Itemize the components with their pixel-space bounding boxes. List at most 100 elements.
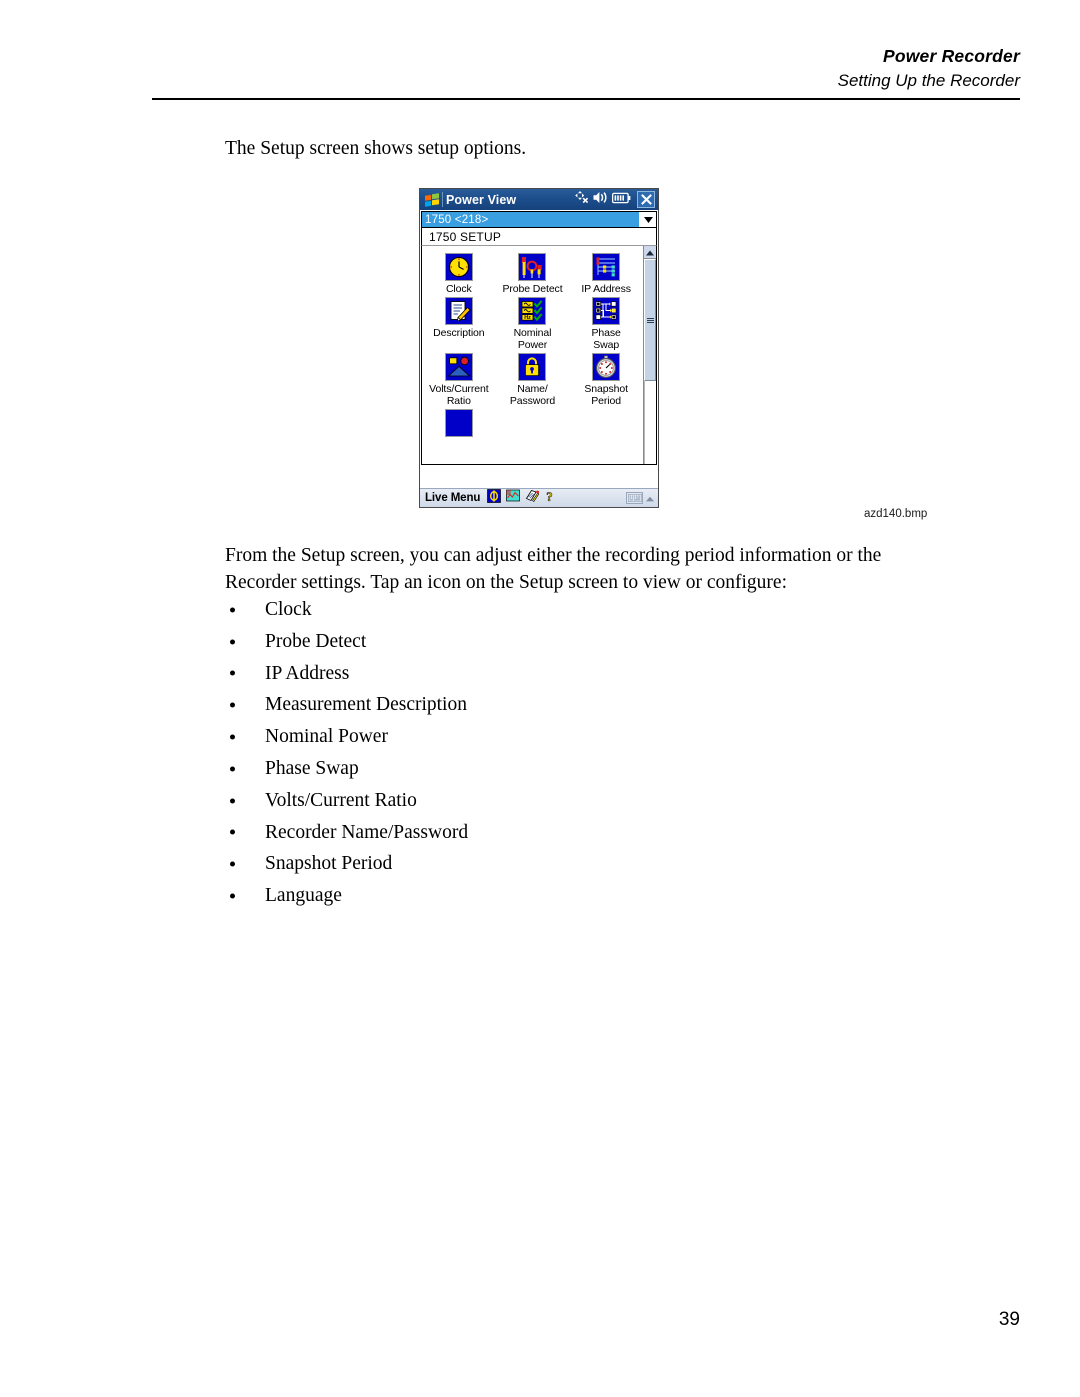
list-item-label: IP Address [265, 662, 350, 684]
clock-icon [444, 253, 473, 281]
phi-meter-icon[interactable] [487, 488, 502, 508]
page-number: 39 [998, 1309, 1020, 1330]
setup-icon-label: Phase Swap [591, 327, 621, 351]
setup-icon-label: Volts/Current Ratio [429, 383, 489, 407]
bullet-icon [230, 798, 235, 804]
taskbar-icon-group: ? [487, 488, 555, 508]
close-button[interactable] [637, 191, 655, 208]
setup-icon-canvas: Clock Probe Detect IP Address Descriptio… [421, 246, 657, 465]
list-item-label: Phase Swap [265, 757, 359, 779]
list-item-label: Snapshot Period [265, 853, 393, 875]
setup-icon-ip-address[interactable]: IP Address [569, 253, 643, 295]
list-item-label: Clock [265, 599, 312, 620]
language-icon [444, 409, 473, 437]
setup-icon-label: Probe Detect [502, 283, 563, 295]
list-item: Measurement Description [225, 689, 785, 721]
chart-monitor-icon[interactable] [506, 489, 521, 508]
list-item: IP Address [225, 658, 785, 690]
bullet-icon [230, 670, 235, 676]
chevron-down-icon[interactable] [639, 212, 656, 227]
device-selector-value: 1750 <218> [422, 212, 639, 227]
setup-options-list: Clock Probe Detect IP Address Measuremen… [225, 594, 785, 912]
icon-grid-scrollbar[interactable] [643, 246, 656, 464]
setup-icon-volts-current-ratio[interactable]: Volts/Current Ratio [422, 353, 496, 407]
list-item-label: Language [265, 885, 342, 907]
header-subtitle: Setting Up the Recorder [837, 71, 1020, 90]
name-password-icon [518, 353, 547, 381]
scrollbar-grip [646, 317, 654, 324]
device-selector-combo[interactable]: 1750 <218> [421, 211, 657, 228]
header-title: Power Recorder [882, 46, 1020, 66]
probe-detect-icon [518, 253, 547, 281]
live-menu-button[interactable]: Live Menu [425, 492, 480, 504]
list-item: Probe Detect [225, 626, 785, 658]
list-item: Phase Swap [225, 753, 785, 785]
setup-icon-label: Clock [445, 283, 472, 295]
windows-flag-icon [423, 192, 440, 207]
bullet-icon [230, 734, 235, 740]
nominal-power-icon: Hz [518, 297, 547, 325]
svg-text:Hz: Hz [525, 315, 532, 321]
list-item: Language [225, 880, 785, 912]
setup-icon-label: Name/ Password [509, 383, 556, 407]
bullet-icon [230, 607, 235, 613]
scroll-up-button[interactable] [644, 246, 656, 259]
phase-swap-icon [592, 297, 621, 325]
intro-sentence: The Setup screen shows setup options. [225, 138, 527, 159]
page-header: Power Recorder Setting Up the Recorder [152, 44, 1020, 93]
list-item: Nominal Power [225, 721, 785, 753]
list-item-label: Recorder Name/Password [265, 821, 469, 843]
setup-icon-next-row-partial[interactable] [422, 409, 496, 437]
svg-text:?: ? [547, 489, 554, 503]
pda-device: Power View 1750 <218> 1750 SETUP Clock P… [419, 188, 659, 508]
taskbar-right-group [626, 489, 656, 507]
setup-icon-phase-swap[interactable]: Phase Swap [569, 297, 643, 351]
caret-up-icon[interactable] [646, 489, 654, 507]
pda-taskbar: Live Menu ? [420, 488, 658, 507]
list-item: Recorder Name/Password [225, 817, 785, 849]
figure-pda-screenshot: Power View 1750 <218> 1750 SETUP Clock P… [419, 188, 659, 508]
ip-address-icon [592, 253, 621, 281]
battery-icon[interactable] [611, 191, 631, 209]
bullet-icon [230, 893, 235, 899]
keyboard-icon[interactable] [626, 492, 643, 504]
list-item: Volts/Current Ratio [225, 785, 785, 817]
setup-icon-description[interactable]: Description [422, 297, 496, 351]
setup-icon-nominal-power[interactable]: Hz Nominal Power [496, 297, 570, 351]
pda-titlebar: Power View [420, 189, 658, 210]
setup-icon-clock[interactable]: Clock [422, 253, 496, 295]
setup-icon-snapshot-period[interactable]: Snapshot Period [569, 353, 643, 407]
help-question-icon[interactable]: ? [544, 488, 555, 508]
bullet-icon [230, 829, 235, 835]
icon-grid-viewport: Clock Probe Detect IP Address Descriptio… [422, 246, 643, 464]
setup-icon-probe-detect[interactable]: Probe Detect [496, 253, 570, 295]
list-item: Snapshot Period [225, 848, 785, 880]
bullet-icon [230, 766, 235, 772]
setup-icon-name-password[interactable]: Name/ Password [496, 353, 570, 407]
volume-speaker-icon[interactable] [593, 191, 608, 209]
setup-icon-grid: Clock Probe Detect IP Address Descriptio… [422, 246, 643, 437]
list-item-label: Probe Detect [265, 630, 367, 652]
volts-current-ratio-icon [444, 353, 473, 381]
pda-app-title: Power View [446, 192, 517, 207]
pda-system-tray [575, 190, 657, 209]
list-item-label: Volts/Current Ratio [265, 789, 417, 811]
connectivity-disconnected-icon[interactable] [575, 190, 589, 209]
scrollbar-thumb[interactable] [644, 259, 656, 381]
snapshot-period-icon [592, 353, 621, 381]
body-paragraph: From the Setup screen, you can adjust ei… [225, 545, 882, 593]
bullet-icon [230, 861, 235, 867]
scrollbar-track[interactable] [644, 381, 656, 464]
description-icon [444, 297, 473, 325]
list-item-label: Measurement Description [265, 694, 467, 716]
screen-title-label: 1750 SETUP [421, 228, 657, 246]
header-divider [152, 98, 1020, 100]
list-item-label: Nominal Power [265, 726, 388, 748]
setup-icon-label: Nominal Power [513, 327, 552, 351]
notes-pencil-icon[interactable] [525, 489, 540, 508]
titlebar-separator [442, 192, 443, 207]
setup-icon-label: Snapshot Period [584, 383, 628, 407]
figure-caption: azd140.bmp [864, 508, 928, 520]
list-item: Clock [225, 594, 785, 626]
bullet-icon [230, 702, 235, 708]
